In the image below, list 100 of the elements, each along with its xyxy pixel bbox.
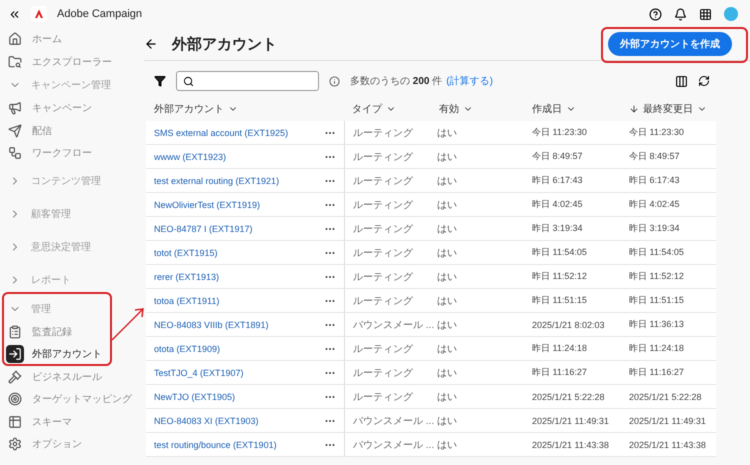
column-header[interactable]: タイプ xyxy=(344,102,431,116)
type-cell: ルーティング xyxy=(344,337,431,360)
type-cell: ルーティング xyxy=(344,193,431,216)
bell-icon[interactable] xyxy=(674,8,687,20)
table-row[interactable]: NEO-84083 VIIIb (EXT1891) バウンスメール ... はい 2025/1/21 8:02:03 昨日 11:36:13 xyxy=(146,313,716,337)
date-cell-text: 昨日 4:02:45 xyxy=(531,198,584,211)
account-link[interactable]: TestTJO_4 (EXT1907) xyxy=(146,368,316,378)
date-cell-text: 2025/1/21 5:22:28 xyxy=(531,392,606,402)
type-cell: ルーティング xyxy=(344,289,431,312)
enabled-cell-text: はい xyxy=(436,438,458,452)
nav-item[interactable]: オプション xyxy=(6,433,82,456)
nav-icon xyxy=(6,435,24,454)
enabled-cell-text: はい xyxy=(436,270,458,284)
help-icon[interactable] xyxy=(649,8,662,20)
column-header[interactable]: 作成日 xyxy=(524,102,621,116)
date-cell-text: 昨日 11:52:12 xyxy=(531,270,588,283)
account-link[interactable]: totot (EXT1915) xyxy=(146,248,316,258)
nav-item[interactable]: ホーム xyxy=(6,28,62,50)
nav-item[interactable]: 外部アカウント xyxy=(6,343,102,366)
create-account-button[interactable]: 外部アカウントを作成 xyxy=(608,32,732,56)
account-link[interactable]: test routing/bounce (EXT1901) xyxy=(146,440,316,450)
nav-icon xyxy=(6,345,24,364)
account-link[interactable]: NEO-84083 VIIIb (EXT1891) xyxy=(146,320,316,330)
refresh-icon[interactable] xyxy=(698,75,710,87)
date-cell-text: 昨日 11:54:05 xyxy=(531,246,588,259)
table-row[interactable]: totot (EXT1915) ルーティング はい 昨日 11:54:05 昨日 11:54:05 xyxy=(146,241,716,265)
nav-item[interactable]: エクスプローラー xyxy=(6,50,112,73)
date-cell-text: 昨日 6:17:43 xyxy=(628,174,681,187)
table-row[interactable]: test external routing (EXT1921) ルーティング はい 昨日 6:17:43 昨日 6:17:43 xyxy=(146,169,716,193)
nav-item[interactable]: ワークフロー xyxy=(6,142,92,164)
date-cell-text: 昨日 4:02:45 xyxy=(628,198,681,211)
back-arrow-icon[interactable] xyxy=(144,37,158,51)
date-cell-text: 昨日 11:16:27 xyxy=(531,366,588,379)
account-link[interactable]: NEO-84787 I (EXT1917) xyxy=(146,224,316,234)
table-row[interactable]: test routing/bounce (EXT1901) バウンスメール ... はい 2025/1/21 11:43:38 2025/1/21 11:43:38 xyxy=(146,433,716,457)
annotation-arrow xyxy=(110,306,146,342)
enabled-cell-text: はい xyxy=(436,318,458,332)
table-row[interactable]: rerer (EXT1913) ルーティング はい 昨日 11:52:12 昨日 11:52:12 xyxy=(146,265,716,289)
date-cell-text: 今日 11:23:30 xyxy=(531,126,588,139)
filter-icon[interactable] xyxy=(154,75,166,87)
apps-grid-icon[interactable] xyxy=(699,8,712,20)
table-row[interactable]: NewOlivierTest (EXT1919) ルーティング はい 昨日 4:02:45 昨日 4:02:45 xyxy=(146,193,716,217)
table-row[interactable]: TestTJO_4 (EXT1907) ルーティング はい 昨日 11:16:27 昨日 11:16:27 xyxy=(146,361,716,385)
table-row[interactable]: otota (EXT1909) ルーティング はい 昨日 11:24:18 昨日 11:24:18 xyxy=(146,337,716,361)
search-icon xyxy=(183,76,194,86)
nav-item[interactable]: 配信 xyxy=(6,120,52,142)
column-header[interactable]: 外部アカウント xyxy=(146,102,344,116)
table-row[interactable]: SMS external account (EXT1925) ルーティング はい 今日 11:23:30 今日 11:23:30 xyxy=(146,121,716,145)
type-cell: ルーティング xyxy=(344,217,431,240)
table-row[interactable]: totoa (EXT1911) ルーティング はい 昨日 11:51:15 昨日 11:51:15 xyxy=(146,289,716,313)
search-field[interactable] xyxy=(176,71,319,91)
nav-item[interactable]: キャンペーン xyxy=(6,97,92,120)
date-cell-text: 昨日 11:54:05 xyxy=(628,246,685,259)
account-link[interactable]: NEO-84083 XI (EXT1903) xyxy=(146,416,316,426)
columns-icon[interactable] xyxy=(675,74,688,88)
nav-icon xyxy=(6,122,24,140)
nav-item[interactable]: ターゲットマッピング xyxy=(6,388,132,410)
type-cell: バウンスメール ... xyxy=(344,313,431,336)
enabled-cell-text: はい xyxy=(436,390,458,404)
enabled-cell-text: はい xyxy=(436,342,458,356)
nav-item[interactable]: スキーマ xyxy=(6,410,72,433)
record-count: 多数のうちの 200 件 xyxy=(350,75,442,88)
type-cell: ルーティング xyxy=(344,265,431,288)
date-cell-text: 昨日 11:52:12 xyxy=(628,270,685,283)
type-cell: ルーティング xyxy=(344,241,431,264)
account-link[interactable]: totoa (EXT1911) xyxy=(146,296,316,306)
account-link[interactable]: NewTJO (EXT1905) xyxy=(146,392,316,402)
enabled-cell-text: はい xyxy=(436,198,458,212)
date-cell-text: 昨日 3:19:34 xyxy=(628,222,681,235)
compute-link[interactable]: (計算する) xyxy=(446,74,493,88)
type-cell: バウンスメール ... xyxy=(344,433,431,456)
account-link[interactable]: SMS external account (EXT1925) xyxy=(146,128,316,138)
date-cell-text: 今日 8:49:57 xyxy=(531,150,584,163)
nav-icon xyxy=(6,368,24,386)
date-cell-text: 昨日 11:16:27 xyxy=(628,366,685,379)
date-cell-text: 2025/1/21 5:22:28 xyxy=(628,392,703,402)
sort-arrow-icon xyxy=(629,104,639,114)
date-cell-text: 2025/1/21 11:43:38 xyxy=(628,440,707,450)
account-link[interactable]: NewOlivierTest (EXT1919) xyxy=(146,200,316,210)
table-row[interactable]: wwww (EXT1923) ルーティング はい 今日 8:49:57 今日 8:49:57 xyxy=(146,145,716,169)
table-row[interactable]: NEO-84787 I (EXT1917) ルーティング はい 昨日 3:19:34 昨日 3:19:34 xyxy=(146,217,716,241)
date-cell-text: 昨日 11:51:15 xyxy=(628,294,685,307)
enabled-cell-text: はい xyxy=(436,150,458,164)
type-cell: ルーティング xyxy=(344,145,431,168)
column-header[interactable]: 最終変更日 xyxy=(621,102,716,116)
nav-item[interactable]: 監査記録 xyxy=(6,320,72,343)
date-cell-text: 昨日 11:36:13 xyxy=(628,318,685,331)
nav-item[interactable]: ビジネスルール xyxy=(6,366,102,388)
date-cell-text: 2025/1/21 8:02:03 xyxy=(531,320,606,330)
account-link[interactable]: rerer (EXT1913) xyxy=(146,272,316,282)
table-row[interactable]: NewTJO (EXT1905) ルーティング はい 2025/1/21 5:22:28 2025/1/21 5:22:28 xyxy=(146,385,716,409)
table-row[interactable]: NEO-84083 XI (EXT1903) バウンスメール ... はい 2025/1/21 11:49:31 2025/1/21 11:49:31 xyxy=(146,409,716,433)
date-cell-text: 2025/1/21 11:49:31 xyxy=(628,416,707,426)
info-icon xyxy=(329,76,340,86)
date-cell-text: 今日 8:49:57 xyxy=(628,150,681,163)
column-header[interactable]: 有効 xyxy=(431,102,524,116)
account-link[interactable]: wwww (EXT1923) xyxy=(146,152,316,162)
account-link[interactable]: test external routing (EXT1921) xyxy=(146,176,316,186)
account-link[interactable]: otota (EXT1909) xyxy=(146,344,316,354)
app-name: Adobe Campaign xyxy=(57,8,142,20)
